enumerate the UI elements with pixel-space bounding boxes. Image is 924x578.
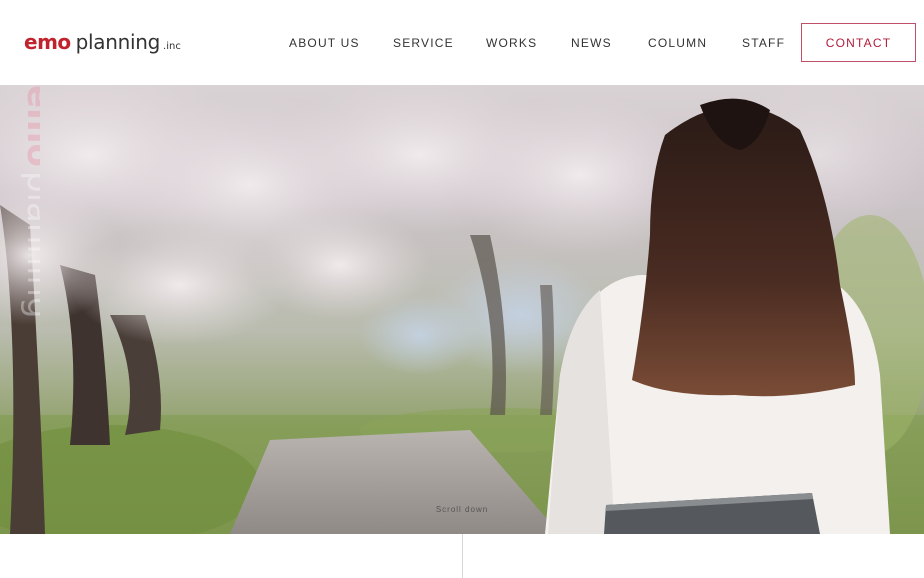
nav-staff[interactable]: STAFF [742,36,785,50]
nav-news[interactable]: NEWS [571,36,612,50]
site-header: emo planning .inc ABOUT US SERVICE WORKS… [0,0,924,85]
content-section-top [0,534,924,578]
svg-text:planning: planning [19,171,40,319]
nav-column[interactable]: COLUMN [648,36,707,50]
vertical-watermark-logo: emo planning [19,85,40,319]
hero-image: emo planning Scroll down [0,85,924,534]
logo-planning-text: planning [75,30,161,54]
scroll-down-text: Scroll down [435,505,489,514]
logo-inc-text: .inc [163,41,181,52]
hero-photo-illustration [0,85,924,534]
nav-works[interactable]: WORKS [486,36,537,50]
site-logo[interactable]: emo planning .inc [24,30,181,56]
nav-about-us[interactable]: ABOUT US [289,36,360,50]
contact-button[interactable]: CONTACT [801,23,916,62]
svg-text:emo: emo [19,85,40,167]
scroll-down-label[interactable]: Scroll down [0,505,924,514]
nav-service[interactable]: SERVICE [393,36,454,50]
logo-emo-text: emo [24,30,71,54]
center-divider-line [462,534,463,578]
